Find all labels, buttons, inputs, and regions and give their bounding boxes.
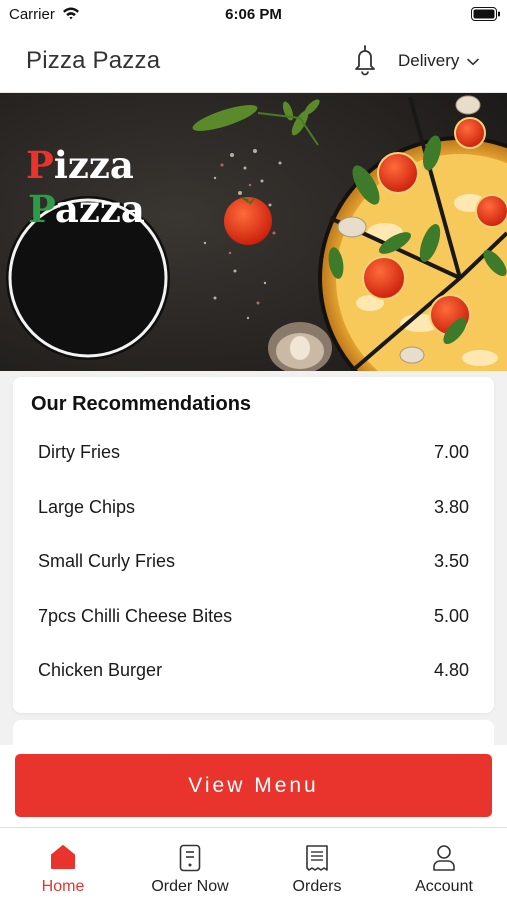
app-title: Pizza Pazza <box>26 47 161 74</box>
item-name: Dirty Fries <box>38 442 120 462</box>
item-name: Chicken Burger <box>38 660 163 680</box>
item-name: Large Chips <box>38 496 136 517</box>
logo-text-2: azza <box>54 187 145 231</box>
tab-label: Account <box>415 878 473 895</box>
tab-label: Order Now <box>151 878 229 895</box>
logo-line-2: Pazza <box>18 187 162 231</box>
item-price: 5.00 <box>433 605 469 626</box>
tab-label: Home <box>41 878 85 895</box>
order-icon <box>179 844 201 872</box>
list-item[interactable]: Chicken Burger 4.80 <box>13 642 494 697</box>
list-item[interactable]: 7pcs Chilli Cheese Bites 5.00 <box>13 588 494 643</box>
status-bar: Carrier 6:06 PM <box>0 0 507 28</box>
delivery-mode-label: Delivery <box>398 51 460 70</box>
bell-icon[interactable] <box>350 44 380 76</box>
tab-order-now[interactable]: Order Now <box>127 828 253 900</box>
tab-orders[interactable]: Orders <box>254 828 380 900</box>
list-item[interactable]: Small Curly Fries 3.50 <box>13 533 494 588</box>
chevron-down-icon <box>467 58 480 66</box>
status-time: 6:06 PM <box>225 6 282 23</box>
logo: Pizza Pazza <box>18 143 162 231</box>
app-header: Pizza Pazza Delivery <box>0 28 507 93</box>
tab-label: Orders <box>292 878 342 895</box>
item-price: 3.80 <box>433 496 469 517</box>
item-price: 3.50 <box>433 551 469 571</box>
view-menu-button[interactable]: View Menu <box>15 754 492 817</box>
item-name: 7pcs Chilli Cheese Bites <box>38 605 233 626</box>
recommendations-card: Our Recommendations Dirty Fries 7.00 Lar… <box>13 377 494 713</box>
battery-icon <box>471 7 500 21</box>
item-price: 4.80 <box>433 660 469 680</box>
home-icon <box>51 845 75 869</box>
recommendations-title: Our Recommendations <box>31 393 252 415</box>
delivery-mode-select[interactable]: Delivery <box>398 48 480 74</box>
tab-home[interactable]: Home <box>0 828 126 900</box>
logo-initial-1: P <box>26 143 54 187</box>
item-name: Small Curly Fries <box>38 551 176 571</box>
user-icon <box>433 845 455 871</box>
recommendations-list: Dirty Fries 7.00 Large Chips 3.80 Small … <box>13 424 494 697</box>
tab-bar: Home Order Now Orders Account <box>0 827 507 900</box>
cta-area: View Menu <box>0 745 507 827</box>
logo-initial-2: P <box>28 187 55 231</box>
tab-account[interactable]: Account <box>381 828 507 900</box>
hero-banner: Pizza Pazza <box>0 93 507 371</box>
item-price: 7.00 <box>433 442 469 462</box>
logo-line-1: Pizza <box>18 143 162 187</box>
hero-illustration <box>0 93 507 371</box>
list-item[interactable]: Dirty Fries 7.00 <box>13 424 494 479</box>
receipt-icon <box>306 845 328 871</box>
list-item[interactable]: Large Chips 3.80 <box>13 479 494 534</box>
logo-text-1: izza <box>53 143 134 187</box>
